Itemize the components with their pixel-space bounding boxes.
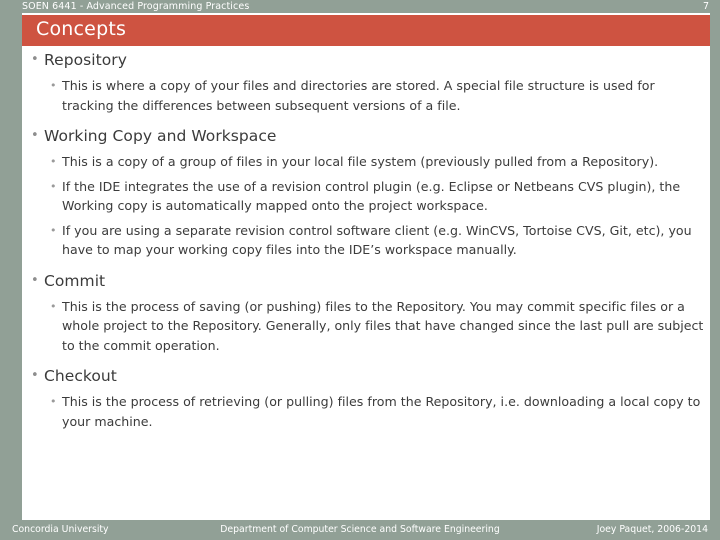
bullet-icon: • <box>31 272 39 288</box>
section-heading: • Checkout <box>22 364 710 388</box>
slide-title-banner: Concepts <box>22 15 710 46</box>
right-accent-strip <box>710 13 720 540</box>
bullet-icon: • <box>50 299 57 313</box>
content-section: • Commit • This is the process of saving… <box>22 269 710 356</box>
bullet-icon: • <box>50 79 57 92</box>
bullet-icon: • <box>31 52 39 67</box>
section-point-text: This is the process of saving (or pushin… <box>62 298 704 353</box>
section-point: • This is where a copy of your files and… <box>22 76 710 115</box>
section-point: • This is the process of saving (or push… <box>22 297 710 356</box>
bullet-icon: • <box>50 223 57 237</box>
bullet-icon: • <box>50 155 57 168</box>
content-section: • Repository • This is where a copy of y… <box>22 48 710 115</box>
bullet-icon: • <box>31 368 39 383</box>
section-point-text: If the IDE integrates the use of a revis… <box>62 178 681 214</box>
bullet-icon: • <box>50 395 57 408</box>
section-point-text: If you are using a separate revision con… <box>62 222 692 258</box>
footer-author: Joey Paquet, 2006-2014 <box>596 524 708 535</box>
content-section: • Working Copy and Workspace • This is a… <box>22 124 710 260</box>
section-point: • This is a copy of a group of files in … <box>22 152 710 172</box>
section-point-text: This is the process of retrieving (or pu… <box>62 394 701 429</box>
slide-content: • Repository • This is where a copy of y… <box>22 48 710 518</box>
bullet-icon: • <box>31 128 39 143</box>
section-heading-label: Working Copy and Workspace <box>44 127 277 145</box>
section-point: • If you are using a separate revision c… <box>22 221 710 260</box>
content-section: • Checkout • This is the process of retr… <box>22 364 710 431</box>
section-heading: • Repository <box>22 48 710 72</box>
section-point-text: This is where a copy of your files and d… <box>62 78 655 113</box>
course-title: SOEN 6441 - Advanced Programming Practic… <box>22 1 250 12</box>
section-heading-label: Repository <box>44 51 127 69</box>
slide: SOEN 6441 - Advanced Programming Practic… <box>0 0 720 540</box>
section-point: • This is the process of retrieving (or … <box>22 392 710 431</box>
section-heading-label: Commit <box>44 271 106 290</box>
left-accent-strip <box>0 13 22 540</box>
section-heading: • Commit <box>22 269 710 293</box>
section-point: • If the IDE integrates the use of a rev… <box>22 177 710 216</box>
bullet-icon: • <box>50 179 57 193</box>
section-heading: • Working Copy and Workspace <box>22 124 710 148</box>
section-point-text: This is a copy of a group of files in yo… <box>62 154 659 169</box>
page-number: 7 <box>702 1 709 12</box>
section-heading-label: Checkout <box>44 367 117 385</box>
slide-title: Concepts <box>36 18 127 40</box>
